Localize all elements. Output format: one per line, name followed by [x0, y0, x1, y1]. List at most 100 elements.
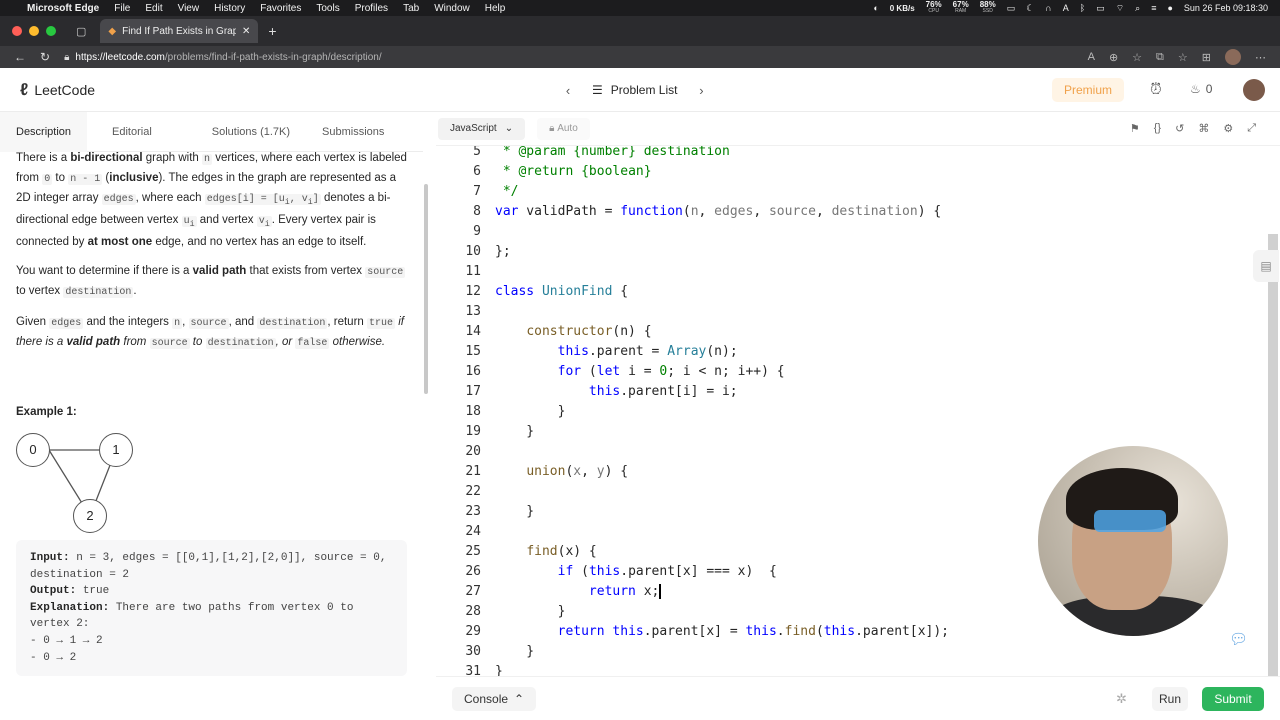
more-icon[interactable]: ⋯	[1255, 51, 1266, 64]
lock-icon: 🔒︎	[549, 123, 555, 134]
description-scrollbar[interactable]	[424, 184, 428, 394]
code-line[interactable]: 10};	[436, 242, 510, 262]
code-line[interactable]: 6 * @return {boolean}	[436, 162, 651, 182]
menu-tools[interactable]: Tools	[316, 3, 339, 14]
clipboard-icon[interactable]: ▭	[1007, 3, 1016, 14]
code-line[interactable]: 15 this.parent = Array(n);	[436, 342, 737, 362]
prev-problem-button[interactable]: ‹	[556, 78, 580, 102]
menu-profiles[interactable]: Profiles	[355, 3, 388, 14]
tab-solutions[interactable]: Solutions (1.7K)	[168, 112, 306, 152]
submit-button[interactable]: Submit	[1202, 687, 1264, 711]
problem-list-button[interactable]: ☰ Problem List	[592, 83, 677, 97]
close-tab-icon[interactable]: ✕	[242, 26, 250, 37]
tab-editorial[interactable]: Editorial	[87, 112, 168, 152]
headphones-icon[interactable]: ∩	[1045, 3, 1051, 13]
reset-icon[interactable]: ↺	[1175, 122, 1184, 135]
activity-icon: ◐	[873, 3, 879, 13]
bookmark-icon[interactable]: ⚑	[1130, 122, 1140, 135]
code-line[interactable]: 13	[436, 302, 481, 322]
bluetooth-icon[interactable]: ᛒ	[1080, 3, 1085, 13]
minimize-window-button[interactable]	[29, 26, 39, 36]
back-icon[interactable]: ←	[14, 50, 26, 64]
browser-tab[interactable]: ◆ Find If Path Exists in Graph - L ✕	[100, 19, 259, 43]
search-icon[interactable]: ⌕	[1135, 3, 1140, 14]
line-number: 16	[465, 364, 481, 379]
code-line[interactable]: 20	[436, 442, 481, 462]
language-selector[interactable]: JavaScript ⌄	[438, 117, 526, 140]
app-name[interactable]: Microsoft Edge	[27, 3, 99, 14]
code-line[interactable]: 27 return x;	[436, 582, 659, 602]
clock[interactable]: Sun 26 Feb 09:18:30	[1184, 3, 1268, 13]
run-button[interactable]: Run	[1152, 687, 1188, 711]
tab-description[interactable]: Description	[0, 112, 88, 152]
code-line[interactable]: 29 return this.parent[x] = this.find(thi…	[436, 622, 949, 642]
console-button[interactable]: Console ⌃	[452, 687, 537, 711]
next-problem-button[interactable]: ›	[689, 78, 713, 102]
new-tab-button[interactable]: +	[268, 23, 276, 39]
read-aloud-icon[interactable]: A	[1088, 51, 1095, 63]
menu-favorites[interactable]: Favorites	[260, 3, 301, 14]
zoom-icon[interactable]: ⊕	[1109, 51, 1118, 64]
profile-avatar[interactable]	[1225, 49, 1241, 65]
code-line[interactable]: 25 find(x) {	[436, 542, 596, 562]
chat-icon[interactable]: 💬︎	[1229, 630, 1248, 648]
code-line[interactable]: 23 }	[436, 502, 534, 522]
collections-icon[interactable]: ⊞	[1202, 51, 1211, 64]
code-line[interactable]: 17 this.parent[i] = i;	[436, 382, 737, 402]
close-window-button[interactable]	[12, 26, 22, 36]
debug-icon[interactable]: ✲	[1116, 691, 1127, 707]
notes-side-button[interactable]: ▤	[1253, 250, 1279, 282]
code-line[interactable]: 12 class UnionFind {	[436, 282, 628, 302]
leetcode-logo[interactable]: ℓ LeetCode	[20, 80, 95, 100]
menu-help[interactable]: Help	[485, 3, 506, 14]
control-center-icon[interactable]: ≡	[1151, 3, 1156, 13]
code-line[interactable]: 14 constructor(n) {	[436, 322, 651, 342]
keyboard-icon[interactable]: A	[1063, 3, 1069, 13]
code-line[interactable]: 19 }	[436, 422, 534, 442]
settings-icon[interactable]: ⚙	[1223, 122, 1233, 135]
code-line[interactable]: 24	[436, 522, 481, 542]
favorite-star-icon[interactable]: ☆	[1132, 51, 1142, 64]
premium-button[interactable]: Premium	[1052, 78, 1124, 102]
streak-counter[interactable]: ♨ 0	[1190, 82, 1212, 96]
code-line[interactable]: 26 if (this.parent[x] === x) {	[436, 562, 776, 582]
menu-file[interactable]: File	[114, 3, 130, 14]
siri-icon[interactable]: ●	[1167, 3, 1172, 13]
expand-icon[interactable]: ⤢	[1247, 122, 1256, 135]
command-icon[interactable]: ⌘	[1198, 122, 1209, 135]
moon-icon[interactable]: ☾	[1026, 3, 1034, 14]
editor-scrollbar[interactable]	[1268, 234, 1278, 720]
menu-view[interactable]: View	[178, 3, 200, 14]
code-line[interactable]: 18 }	[436, 402, 565, 422]
url-field[interactable]: 🔒︎ https://leetcode.com/problems/find-if…	[64, 48, 1014, 66]
code-text: */	[495, 184, 519, 199]
battery-icon[interactable]: ▭	[1096, 3, 1105, 14]
code-line[interactable]: 7 */	[436, 182, 518, 202]
reload-icon[interactable]: ↻	[40, 50, 50, 64]
code-text: var validPath = function(n, edges, sourc…	[495, 204, 942, 219]
code-line[interactable]: 30 }	[436, 642, 534, 662]
braces-icon[interactable]: {}	[1154, 122, 1161, 135]
alarm-clock-icon[interactable]: ⏰︎	[1150, 81, 1162, 98]
code-line[interactable]: 8 var validPath = function(n, edges, sour…	[436, 202, 941, 222]
menu-window[interactable]: Window	[434, 3, 470, 14]
menu-tab[interactable]: Tab	[403, 3, 419, 14]
code-line[interactable]: 21 union(x, y) {	[436, 462, 628, 482]
paragraph-definition: There is a bi-directional graph with n v…	[16, 152, 407, 248]
user-avatar[interactable]	[1243, 79, 1265, 101]
wifi-icon[interactable]: ⌔	[1116, 3, 1124, 14]
code-line[interactable]: 16 for (let i = 0; i < n; i++) {	[436, 362, 784, 382]
auto-mode-toggle[interactable]: 🔒︎ Auto	[537, 117, 590, 140]
code-line[interactable]: 22	[436, 482, 481, 502]
zoom-window-button[interactable]	[46, 26, 56, 36]
favorites-icon[interactable]: ☆	[1178, 51, 1188, 64]
menu-history[interactable]: History	[214, 3, 245, 14]
lock-icon: 🔒︎	[64, 51, 70, 63]
menu-edit[interactable]: Edit	[145, 3, 162, 14]
tab-actions-icon[interactable]: ▢	[76, 25, 86, 38]
extensions-icon[interactable]: ⧉	[1156, 51, 1164, 64]
tab-submissions[interactable]: Submissions	[306, 112, 400, 152]
code-line[interactable]: 28 }	[436, 602, 565, 622]
code-line[interactable]: 9	[436, 222, 481, 242]
code-line[interactable]: 11	[436, 262, 481, 282]
